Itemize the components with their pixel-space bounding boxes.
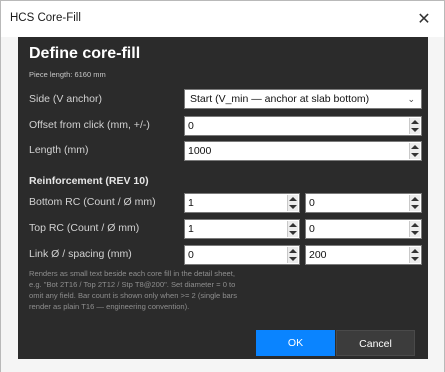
top-rc-label: Top RC (Count / Ø mm): [29, 222, 140, 234]
arrow-down-icon[interactable]: [289, 205, 297, 209]
arrow-down-icon[interactable]: [289, 257, 297, 261]
bottom-rc-label: Bottom RC (Count / Ø mm): [29, 196, 156, 208]
link-diameter-field[interactable]: 0: [184, 245, 300, 265]
offset-stepper[interactable]: [409, 118, 420, 134]
arrow-up-icon[interactable]: [411, 120, 419, 124]
reinforcement-heading: Reinforcement (REV 10): [29, 175, 149, 187]
link-label: Link Ø / spacing (mm): [29, 248, 132, 260]
link-spacing-value: 200: [309, 249, 327, 261]
arrow-down-icon[interactable]: [289, 231, 297, 235]
top-diameter-field[interactable]: 0: [305, 219, 422, 239]
arrow-down-icon[interactable]: [411, 231, 419, 235]
piece-length-text: Piece length: 6160 mm: [29, 70, 106, 79]
offset-field[interactable]: 0: [184, 116, 422, 136]
offset-value: 0: [188, 120, 194, 132]
arrow-down-icon[interactable]: [411, 128, 419, 132]
window-bottom-border: [1, 359, 444, 372]
side-select[interactable]: Start (V_min — anchor at slab bottom) ⌄: [184, 89, 422, 109]
side-select-value: Start (V_min — anchor at slab bottom): [190, 93, 370, 105]
window-title: HCS Core-Fill: [10, 12, 81, 24]
length-field[interactable]: 1000: [184, 141, 422, 161]
arrow-down-icon[interactable]: [411, 153, 419, 157]
title-bar[interactable]: HCS Core-Fill ✕: [1, 1, 444, 37]
top-count-value: 1: [188, 223, 194, 235]
close-icon: ✕: [417, 11, 431, 28]
length-stepper[interactable]: [409, 143, 420, 159]
arrow-down-icon[interactable]: [411, 257, 419, 261]
length-value: 1000: [188, 145, 212, 157]
arrow-up-icon[interactable]: [289, 223, 297, 227]
cancel-button[interactable]: Cancel: [336, 330, 415, 356]
core-fill-window: HCS Core-Fill ✕ Define core-fill Piece l…: [0, 0, 445, 372]
close-button[interactable]: ✕: [404, 1, 444, 37]
offset-label: Offset from click (mm, +/-): [29, 119, 150, 131]
length-label: Length (mm): [29, 144, 89, 156]
bottom-count-field[interactable]: 1: [184, 193, 300, 213]
chevron-down-icon: ⌄: [407, 94, 415, 104]
help-line: render as plain T16 — engineering conven…: [29, 302, 190, 311]
help-line: Renders as small text beside each core f…: [29, 269, 235, 278]
top-diameter-stepper[interactable]: [409, 221, 420, 237]
link-diameter-stepper[interactable]: [287, 247, 298, 263]
top-count-field[interactable]: 1: [184, 219, 300, 239]
side-label: Side (V anchor): [29, 93, 102, 105]
bottom-diameter-stepper[interactable]: [409, 195, 420, 211]
dialog-body: Define core-fill Piece length: 6160 mm S…: [18, 37, 428, 359]
bottom-count-stepper[interactable]: [287, 195, 298, 211]
help-line: e.g. "Bot 2T16 / Top 2T12 / Stp T8@200".…: [29, 280, 236, 289]
arrow-up-icon[interactable]: [411, 197, 419, 201]
arrow-up-icon[interactable]: [289, 249, 297, 253]
arrow-up-icon[interactable]: [411, 145, 419, 149]
arrow-down-icon[interactable]: [411, 205, 419, 209]
link-spacing-stepper[interactable]: [409, 247, 420, 263]
link-diameter-value: 0: [188, 249, 194, 261]
arrow-up-icon[interactable]: [411, 249, 419, 253]
arrow-up-icon[interactable]: [411, 223, 419, 227]
top-diameter-value: 0: [309, 223, 315, 235]
arrow-up-icon[interactable]: [289, 197, 297, 201]
help-text: Renders as small text beside each core f…: [29, 268, 319, 312]
top-count-stepper[interactable]: [287, 221, 298, 237]
help-line: omit any field. Bar count is shown only …: [29, 291, 238, 300]
ok-button[interactable]: OK: [256, 330, 335, 356]
bottom-diameter-value: 0: [309, 197, 315, 209]
bottom-count-value: 1: [188, 197, 194, 209]
page-title: Define core-fill: [29, 45, 141, 62]
bottom-diameter-field[interactable]: 0: [305, 193, 422, 213]
link-spacing-field[interactable]: 200: [305, 245, 422, 265]
